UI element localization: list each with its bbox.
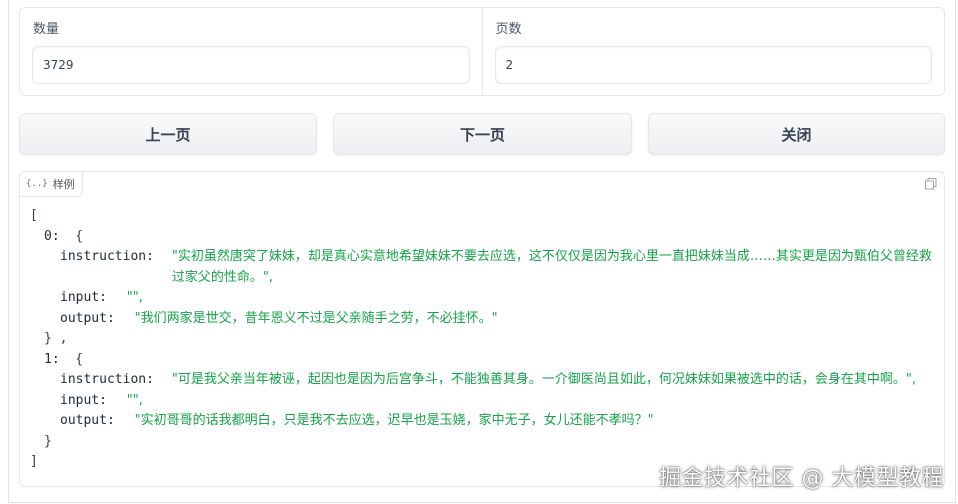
json-content: [ 0: { instruction: "实初虽然唐突了妹妹，却是真心实意地希望… <box>30 206 934 473</box>
json-input-row: input: "", <box>30 288 934 309</box>
watermark: 掘金技术社区 @ 大模型教程 <box>659 466 944 491</box>
page-input[interactable] <box>494 46 932 84</box>
count-label: 数量 <box>33 22 60 37</box>
count-input[interactable] <box>32 46 470 84</box>
output-value: "我们两家是世交，昔年恩义不过是父亲随手之劳，不必挂怀。" <box>134 310 498 326</box>
instruction-value: "可是我父亲当年被诬，起因也是因为后宫争斗，不能独善其身。一介御医尚且如此，何况… <box>171 372 917 387</box>
instruction-value: "实初虽然唐突了妹妹，却是真心实意地希望妹妹不要去应选，这不仅仅是因为我心里一直… <box>171 249 932 285</box>
json-input-row: input: "", <box>30 391 934 412</box>
page-field-group: 页数 <box>481 8 945 95</box>
input-key: input: <box>60 392 107 408</box>
count-field-group: 数量 <box>20 8 482 95</box>
input-value: "", <box>126 392 143 408</box>
item-open-brace: { <box>67 351 84 367</box>
json-instruction-row: instruction: "可是我父亲当年被诬，起因也是因为后宫争斗，不能独善其… <box>30 370 934 391</box>
prev-page-button[interactable]: 上一页 <box>19 113 317 155</box>
json-item-header[interactable]: 0: { <box>30 227 934 248</box>
instruction-key: instruction: <box>60 249 154 264</box>
item-open-brace: { <box>67 228 84 244</box>
json-item-close: } <box>44 433 52 449</box>
instruction-key: instruction: <box>60 372 154 387</box>
json-tab-label: 样例 <box>52 178 75 191</box>
json-icon: {..} <box>26 179 48 189</box>
json-output-row: output: "我们两家是世交，昔年恩义不过是父亲随手之劳，不必挂怀。" <box>30 309 934 330</box>
json-open-bracket: [ <box>30 208 38 223</box>
output-value: "实初哥哥的话我都明白，只是我不去应选，迟早也是玉娆，家中无子，女儿还能不孝吗？… <box>134 413 654 428</box>
json-item-close: } , <box>44 331 68 346</box>
json-output-row: output: "实初哥哥的话我都明白，只是我不去应选，迟早也是玉娆，家中无子，… <box>30 411 934 432</box>
output-key: output: <box>60 413 115 428</box>
page-label: 页数 <box>495 22 522 37</box>
json-tab: {..} 样例 <box>20 172 83 197</box>
json-viewer: {..} 样例 [ 0: { instruction: "实初虽然唐突了妹妹，却… <box>19 171 945 487</box>
copy-icon[interactable] <box>924 177 938 191</box>
close-button[interactable]: 关闭 <box>648 113 945 155</box>
item-index: 0: <box>44 228 60 244</box>
item-index: 1: <box>44 351 60 367</box>
pagination-fields: 数量 页数 <box>19 7 945 96</box>
input-value: "", <box>126 290 143 305</box>
json-item-header[interactable]: 1: { <box>30 350 934 371</box>
output-key: output: <box>60 310 115 326</box>
json-instruction-row: instruction: "实初虽然唐突了妹妹，却是真心实意地希望妹妹不要去应选… <box>30 247 934 288</box>
next-page-button[interactable]: 下一页 <box>333 113 632 155</box>
input-key: input: <box>60 290 107 305</box>
